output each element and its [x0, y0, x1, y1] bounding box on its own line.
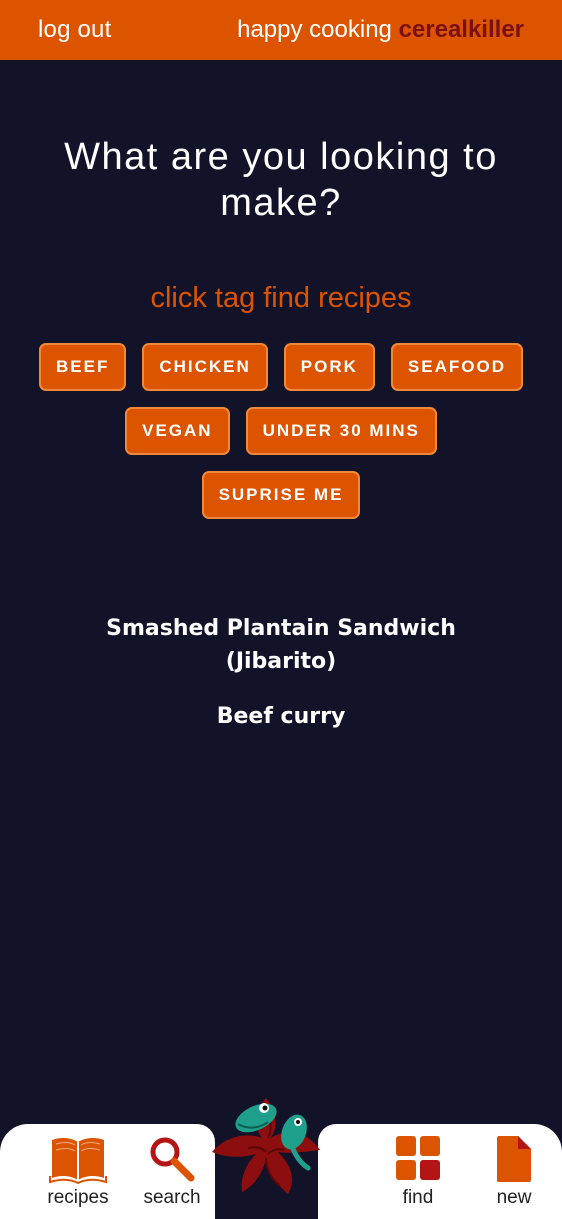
- tag-chicken-button[interactable]: CHICKEN: [142, 343, 268, 391]
- tag-list: BEEF CHICKEN PORK SEAFOOD VEGAN UNDER 30…: [0, 343, 562, 535]
- logout-link[interactable]: log out: [38, 16, 111, 44]
- mascot-logo: [212, 1098, 320, 1194]
- nav-find-button[interactable]: find: [373, 1130, 463, 1215]
- tag-vegan-button[interactable]: VEGAN: [125, 407, 230, 455]
- tag-seafood-button[interactable]: SEAFOOD: [390, 343, 523, 391]
- username: cerealkiller: [398, 16, 524, 43]
- nav-new-label: new: [496, 1187, 532, 1208]
- recipe-results: Smashed Plantain Sandwich (Jibarito) Bee…: [0, 612, 562, 755]
- grid-icon: [396, 1136, 440, 1180]
- nav-search-label: search: [143, 1187, 201, 1208]
- search-icon: [150, 1137, 195, 1182]
- recipe-result-link[interactable]: Beef curry: [91, 700, 471, 733]
- top-bar: log out happy cooking cerealkiller: [0, 0, 562, 60]
- greeting: happy cooking cerealkiller: [237, 16, 524, 44]
- nav-search-button[interactable]: search: [127, 1130, 217, 1215]
- book-icon: [49, 1137, 107, 1184]
- nav-find-label: find: [402, 1187, 434, 1208]
- nav-recipes-label: recipes: [47, 1187, 109, 1208]
- tag-row: BEEF CHICKEN PORK SEAFOOD: [0, 343, 562, 391]
- tag-under-30-mins-button[interactable]: UNDER 30 MINS: [245, 407, 437, 455]
- tag-row: VEGAN UNDER 30 MINS: [0, 407, 562, 455]
- tag-row: SUPRISE ME: [0, 471, 562, 519]
- recipe-result-link[interactable]: Smashed Plantain Sandwich (Jibarito): [91, 612, 471, 678]
- nav-recipes-button[interactable]: recipes: [33, 1130, 123, 1215]
- greeting-text: happy cooking: [237, 16, 392, 43]
- tag-surprise-me-button[interactable]: SUPRISE ME: [201, 471, 361, 519]
- tags-instruction: click tag find recipes: [150, 282, 412, 314]
- nav-new-button[interactable]: new: [469, 1130, 559, 1215]
- tag-pork-button[interactable]: PORK: [283, 343, 375, 391]
- tag-beef-button[interactable]: BEEF: [39, 343, 127, 391]
- document-icon: [497, 1136, 531, 1182]
- page-title: What are you looking to make?: [64, 136, 498, 224]
